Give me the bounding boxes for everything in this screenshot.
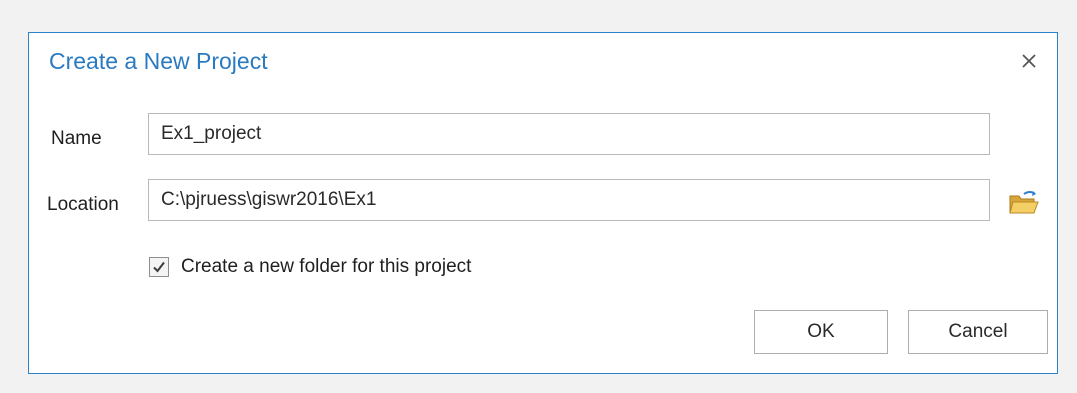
browse-location-button[interactable]: [1007, 188, 1041, 218]
ok-button[interactable]: OK: [754, 310, 888, 354]
cancel-button[interactable]: Cancel: [908, 310, 1048, 354]
name-label: Name: [51, 128, 102, 149]
create-project-dialog: Create a New Project Name Location Creat…: [28, 32, 1058, 374]
location-label: Location: [47, 194, 119, 215]
location-input[interactable]: [148, 179, 990, 221]
create-folder-checkbox[interactable]: [149, 257, 169, 277]
checkmark-icon: [153, 261, 165, 273]
dialog-title: Create a New Project: [49, 48, 268, 74]
create-folder-checkbox-row[interactable]: Create a new folder for this project: [149, 253, 471, 281]
close-button[interactable]: [1015, 47, 1043, 75]
create-folder-label: Create a new folder for this project: [181, 256, 472, 277]
name-input[interactable]: [148, 113, 990, 155]
close-icon: [1022, 54, 1036, 68]
folder-open-icon: [1009, 191, 1039, 214]
